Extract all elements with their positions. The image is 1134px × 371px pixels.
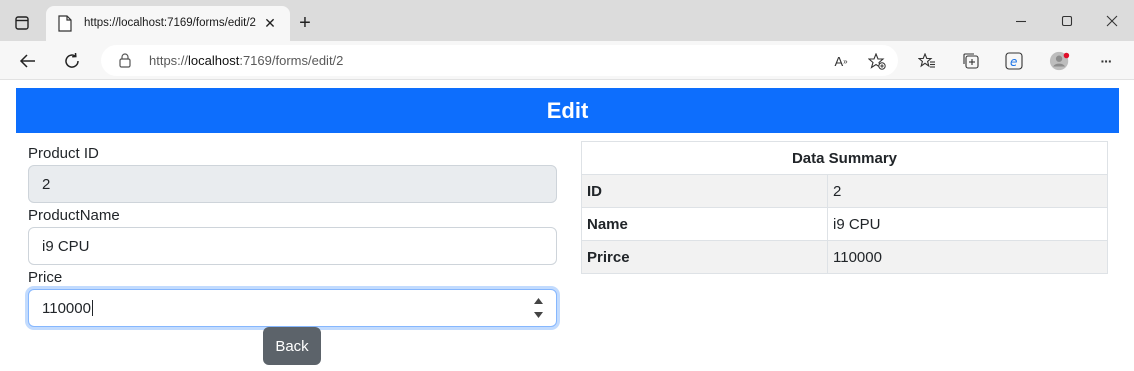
back-arrow-icon[interactable] [16, 49, 40, 73]
summary-caption: Data Summary [581, 141, 1108, 175]
product-id-field: 2 [28, 165, 557, 203]
address-bar[interactable]: https://localhost:7169/forms/edit/2 A» [101, 45, 898, 76]
product-name-value: i9 CPU [42, 237, 90, 255]
more-icon[interactable]: ··· [1095, 50, 1117, 72]
table-row: Name i9 CPU [581, 207, 1108, 241]
summary-value: 110000 [827, 240, 1108, 274]
summary-key: ID [581, 174, 828, 208]
text-caret [91, 300, 93, 316]
tab-title: https://localhost:7169/forms/edit/2 [84, 17, 256, 29]
url-text: https://localhost:7169/forms/edit/2 [149, 53, 344, 68]
tab-actions-icon[interactable] [11, 12, 33, 34]
number-spinner[interactable] [532, 298, 544, 318]
product-name-label: ProductName [28, 207, 120, 224]
close-icon[interactable]: ✕ [262, 15, 278, 31]
spin-up-icon [533, 298, 543, 304]
summary-key: Name [581, 207, 828, 241]
page-icon [58, 15, 74, 32]
spin-down-icon [533, 312, 543, 318]
refresh-icon[interactable] [60, 49, 84, 73]
lock-icon[interactable] [119, 53, 133, 68]
price-field[interactable]: 110000 [28, 289, 557, 327]
product-id-value: 2 [42, 175, 51, 193]
read-aloud-icon[interactable]: A» [831, 52, 851, 70]
summary-value: 2 [827, 174, 1108, 208]
maximize-icon[interactable] [1055, 10, 1079, 32]
page-header: Edit [16, 88, 1119, 133]
table-row: Prirce 110000 [581, 240, 1108, 274]
back-button[interactable]: Back [263, 327, 321, 365]
profile-icon[interactable] [1049, 50, 1071, 72]
collections-icon[interactable] [960, 50, 982, 72]
minimize-icon[interactable] [1009, 10, 1033, 32]
page-title: Edit [546, 97, 589, 123]
product-id-label: Product ID [28, 145, 99, 162]
browser-tab-bar: https://localhost:7169/forms/edit/2 ✕ + [0, 0, 1134, 41]
browser-toolbar: https://localhost:7169/forms/edit/2 A» e… [0, 41, 1134, 80]
summary-value: i9 CPU [827, 207, 1108, 241]
favorites-icon[interactable] [916, 50, 938, 72]
price-value: 110000 [42, 299, 91, 317]
table-row: ID 2 [581, 174, 1108, 208]
browser-tab[interactable]: https://localhost:7169/forms/edit/2 ✕ [46, 6, 290, 41]
svg-text:e: e [1010, 55, 1017, 69]
plus-icon[interactable]: + [294, 12, 316, 34]
close-window-icon[interactable] [1100, 10, 1124, 32]
data-summary-table: Data Summary ID 2 Name i9 CPU Prirce 110… [581, 141, 1108, 274]
product-name-field[interactable]: i9 CPU [28, 227, 557, 265]
edge-icon[interactable]: e [1003, 50, 1025, 72]
price-label: Price [28, 269, 63, 286]
summary-key: Prirce [581, 240, 828, 274]
star-add-icon[interactable] [867, 52, 887, 70]
